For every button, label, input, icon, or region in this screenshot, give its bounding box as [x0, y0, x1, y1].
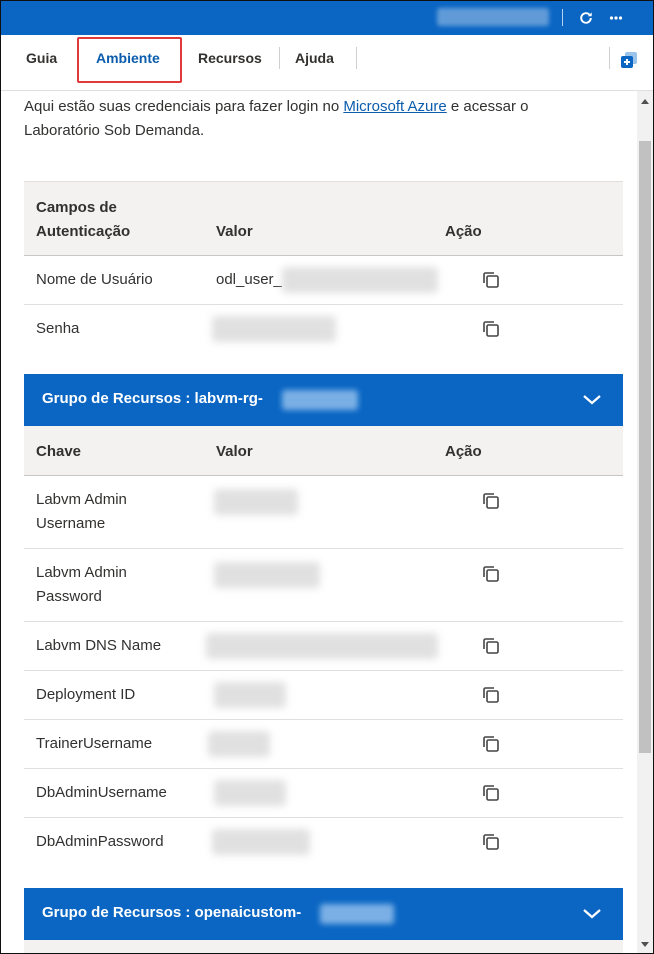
resource-group-title: Grupo de Recursos : labvm-rg-: [42, 390, 263, 407]
copy-icon[interactable]: [481, 734, 501, 754]
copy-icon[interactable]: [481, 491, 501, 511]
redacted-value: [208, 731, 270, 757]
environment-content: Aqui estão suas credenciais para fazer l…: [1, 91, 637, 953]
tab-divider: [356, 47, 357, 69]
table-row: DbAdminUsername: [24, 769, 623, 818]
duplicate-window-button[interactable]: [617, 49, 641, 73]
redacted-value: [320, 904, 394, 924]
table-header: Chave Valor Ação: [24, 426, 623, 476]
copy-icon[interactable]: [481, 783, 501, 803]
table-row: TrainerUsername: [24, 720, 623, 769]
intro-text: Aqui estão suas credenciais para fazer l…: [24, 98, 529, 139]
chevron-down-icon: [583, 909, 601, 919]
table-row: Nome de Usuário odl_user_: [24, 256, 623, 305]
table-row: Labvm Admin Password: [24, 549, 623, 622]
row-label: Labvm DNS Name: [36, 637, 162, 654]
copy-icon[interactable]: [481, 636, 501, 656]
row-label: Senha: [36, 320, 80, 337]
header-action: Ação: [445, 223, 482, 240]
copy-icon[interactable]: [481, 319, 501, 339]
divider: [562, 9, 563, 26]
redacted-value: [282, 267, 438, 293]
table-header: [24, 940, 623, 953]
row-label: Deployment ID: [36, 686, 136, 703]
refresh-icon: [580, 12, 592, 24]
redacted-value: [212, 829, 310, 855]
top-bar: [1, 1, 653, 35]
row-label: Labvm Admin Username: [36, 491, 127, 532]
refresh-button[interactable]: [575, 7, 597, 29]
tab-divider: [609, 47, 610, 69]
tab-bar: Guia Ambiente Recursos Ajuda: [1, 35, 653, 91]
tab-guia[interactable]: Guia: [26, 35, 57, 81]
redacted-value: [214, 682, 286, 708]
redacted-username: [437, 8, 549, 26]
header-field: Campos de Autenticação: [36, 199, 131, 240]
row-label: DbAdminUsername: [36, 784, 167, 801]
table-row: Labvm Admin Username: [24, 476, 623, 549]
scroll-thumb[interactable]: [639, 141, 651, 753]
resource-group-table: Chave Valor Ação Labvm Admin Username La…: [24, 426, 623, 867]
row-value: odl_user_: [216, 271, 282, 288]
header-key: Chave: [36, 443, 82, 460]
row-label: Labvm Admin Password: [36, 564, 127, 605]
redacted-value: [282, 390, 358, 410]
table-row: Senha: [24, 305, 623, 355]
redacted-value: [206, 633, 438, 659]
redacted-value: [214, 780, 286, 806]
duplicate-plus-icon: [621, 52, 637, 68]
copy-icon[interactable]: [481, 685, 501, 705]
scroll-down-arrow[interactable]: [637, 937, 653, 953]
table-header: Campos de Autenticação Valor Ação: [24, 181, 623, 256]
copy-icon[interactable]: [481, 270, 501, 290]
table-row: DbAdminPassword: [24, 818, 623, 867]
vertical-scrollbar[interactable]: [637, 91, 653, 953]
table-row: Labvm DNS Name: [24, 622, 623, 671]
microsoft-azure-link[interactable]: Microsoft Azure: [343, 98, 446, 115]
scroll-up-arrow[interactable]: [637, 93, 653, 109]
tab-ambiente[interactable]: Ambiente: [96, 35, 160, 81]
redacted-value: [214, 562, 320, 588]
resource-group-title: Grupo de Recursos : openaicustom-: [42, 904, 302, 921]
header-value: Valor: [216, 443, 253, 460]
redacted-value: [214, 489, 298, 515]
resource-group-header[interactable]: Grupo de Recursos : openaicustom-: [24, 888, 623, 940]
header-action: Ação: [445, 443, 482, 460]
header-value: Valor: [216, 223, 253, 240]
lab-panel: Guia Ambiente Recursos Ajuda Aqui estão …: [0, 0, 654, 954]
credentials-table: Campos de Autenticação Valor Ação Nome d…: [24, 181, 623, 355]
row-label: TrainerUsername: [36, 735, 153, 752]
caret-down-icon: [641, 942, 649, 947]
tab-ajuda[interactable]: Ajuda: [295, 35, 334, 81]
copy-icon[interactable]: [481, 564, 501, 584]
chevron-down-icon: [583, 395, 601, 405]
table-row: Deployment ID: [24, 671, 623, 720]
caret-up-icon: [641, 99, 649, 104]
more-options-button[interactable]: [605, 7, 627, 29]
row-label: DbAdminPassword: [36, 833, 164, 850]
row-label: Nome de Usuário: [36, 271, 153, 288]
redacted-value: [212, 316, 336, 342]
copy-icon[interactable]: [481, 832, 501, 852]
tab-recursos[interactable]: Recursos: [198, 35, 262, 81]
tab-divider: [279, 47, 280, 69]
resource-group-header[interactable]: Grupo de Recursos : labvm-rg-: [24, 374, 623, 426]
more-vertical-icon: [609, 16, 623, 20]
